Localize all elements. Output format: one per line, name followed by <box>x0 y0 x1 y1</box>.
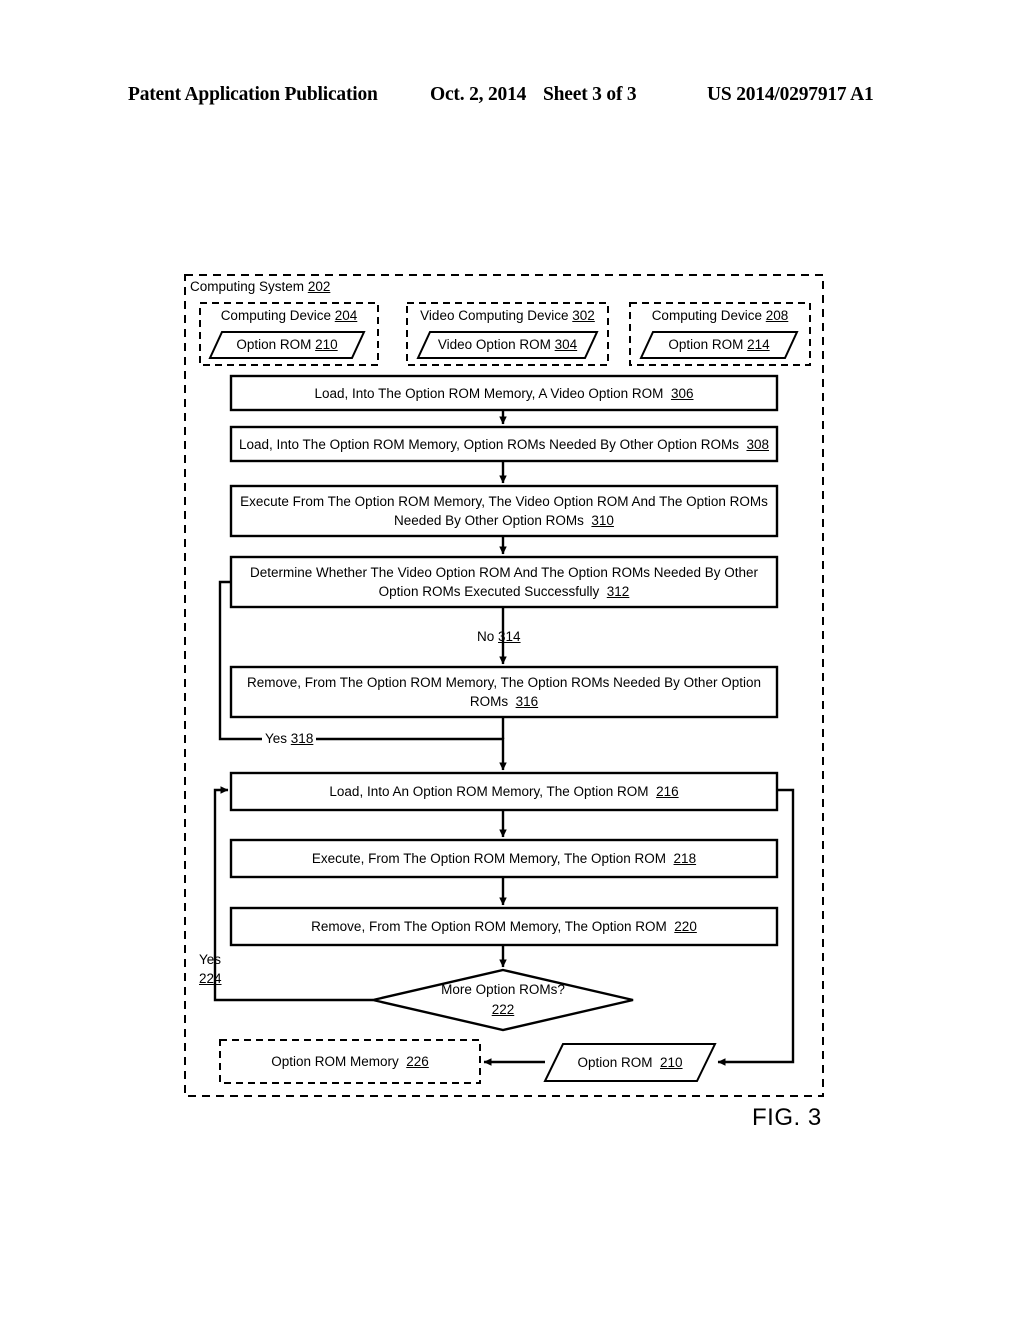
figure-caption: FIG. 3 <box>752 1104 822 1131</box>
step-310-text: Execute From The Option ROM Memory, The … <box>240 494 768 528</box>
option-rom-210-label: Option ROM 210 <box>210 337 364 352</box>
branch-yes-224-label: Yes <box>199 952 222 967</box>
branch-yes-224-ref: 224 <box>199 971 222 986</box>
step-316-ref: 316 <box>515 694 539 709</box>
option-rom-210-bottom-ref: 210 <box>660 1055 683 1070</box>
step-310-label: Execute From The Option ROM Memory, The … <box>231 486 777 536</box>
option-rom-210-bottom-label: Option ROM 210 <box>545 1044 715 1081</box>
video-option-rom-304-label-text: Video Option ROM <box>437 337 551 352</box>
patent-figure-3: Computing System 202 Computing Device 20… <box>0 0 1024 1320</box>
option-rom-214-label: Option ROM 214 <box>641 337 797 352</box>
step-312-text: Determine Whether The Video Option ROM A… <box>250 565 758 599</box>
decision-222-ref: 222 <box>491 1002 515 1017</box>
option-rom-memory-226-label: Option ROM Memory 226 <box>220 1040 480 1083</box>
option-rom-214-label-text: Option ROM <box>668 337 744 352</box>
computing-device-208-ref: 208 <box>765 308 789 323</box>
option-rom-210-bottom-text: Option ROM <box>577 1055 653 1070</box>
step-308-text: Load, Into The Option ROM Memory, Option… <box>239 436 739 452</box>
option-rom-memory-226-text: Option ROM Memory <box>271 1054 399 1069</box>
video-option-rom-304-label: Video Option ROM 304 <box>418 337 597 352</box>
computing-device-208-title-text: Computing Device <box>651 308 762 323</box>
option-rom-memory-226-ref: 226 <box>406 1054 429 1069</box>
branch-yes-318-label: Yes <box>265 731 288 746</box>
branch-yes-318: Yes 318 <box>262 730 317 747</box>
branch-yes-224: Yes 224 <box>199 950 222 988</box>
decision-222-text: More Option ROMs? <box>441 982 565 997</box>
branch-no-314: No 314 <box>477 628 521 645</box>
step-220-text: Remove, From The Option ROM Memory, The … <box>311 919 667 934</box>
video-computing-device-302-ref: 302 <box>572 308 595 323</box>
step-316-text: Remove, From The Option ROM Memory, The … <box>247 675 761 709</box>
computing-system-title: Computing System 202 <box>190 279 330 294</box>
branch-no-314-label: No <box>477 629 495 644</box>
step-216-text: Load, Into An Option ROM Memory, The Opt… <box>329 784 649 799</box>
computing-device-204-title: Computing Device 204 <box>200 308 378 323</box>
computing-system-title-text: Computing System <box>190 279 305 294</box>
step-220-ref: 220 <box>674 919 697 934</box>
option-rom-214-ref: 214 <box>747 337 770 352</box>
decision-222-label: More Option ROMs? 222 <box>403 977 603 1023</box>
step-218-text: Execute, From The Option ROM Memory, The… <box>311 851 667 866</box>
step-308-ref: 308 <box>746 436 769 452</box>
video-option-rom-304-ref: 304 <box>554 337 578 352</box>
computing-system-ref: 202 <box>307 279 331 294</box>
step-216-ref: 216 <box>656 784 679 799</box>
option-rom-210-label-text: Option ROM <box>236 337 312 352</box>
option-rom-210-ref: 210 <box>315 337 338 352</box>
step-216-label: Load, Into An Option ROM Memory, The Opt… <box>231 773 777 810</box>
step-306-text: Load, Into The Option ROM Memory, A Vide… <box>314 385 664 401</box>
branch-no-314-ref: 314 <box>498 629 521 644</box>
step-316-label: Remove, From The Option ROM Memory, The … <box>231 667 777 717</box>
video-computing-device-302-title: Video Computing Device 302 <box>407 308 608 323</box>
step-310-ref: 310 <box>591 513 614 528</box>
step-218-ref: 218 <box>673 851 697 866</box>
step-306-ref: 306 <box>670 385 694 401</box>
step-220-label: Remove, From The Option ROM Memory, The … <box>231 908 777 945</box>
branch-yes-318-ref: 318 <box>290 731 314 746</box>
step-308-label: Load, Into The Option ROM Memory, Option… <box>231 427 777 461</box>
step-306-label: Load, Into The Option ROM Memory, A Vide… <box>231 376 777 410</box>
computing-device-204-title-text: Computing Device <box>220 308 331 323</box>
figure-vector-layer <box>184 274 824 1097</box>
video-computing-device-302-title-text: Video Computing Device <box>420 308 569 323</box>
computing-device-204-ref: 204 <box>334 308 358 323</box>
step-218-label: Execute, From The Option ROM Memory, The… <box>231 840 777 877</box>
step-312-label: Determine Whether The Video Option ROM A… <box>231 557 777 607</box>
computing-device-208-title: Computing Device 208 <box>630 308 810 323</box>
step-312-ref: 312 <box>606 584 630 599</box>
connector-222-yes-224-to-216 <box>213 786 373 1002</box>
